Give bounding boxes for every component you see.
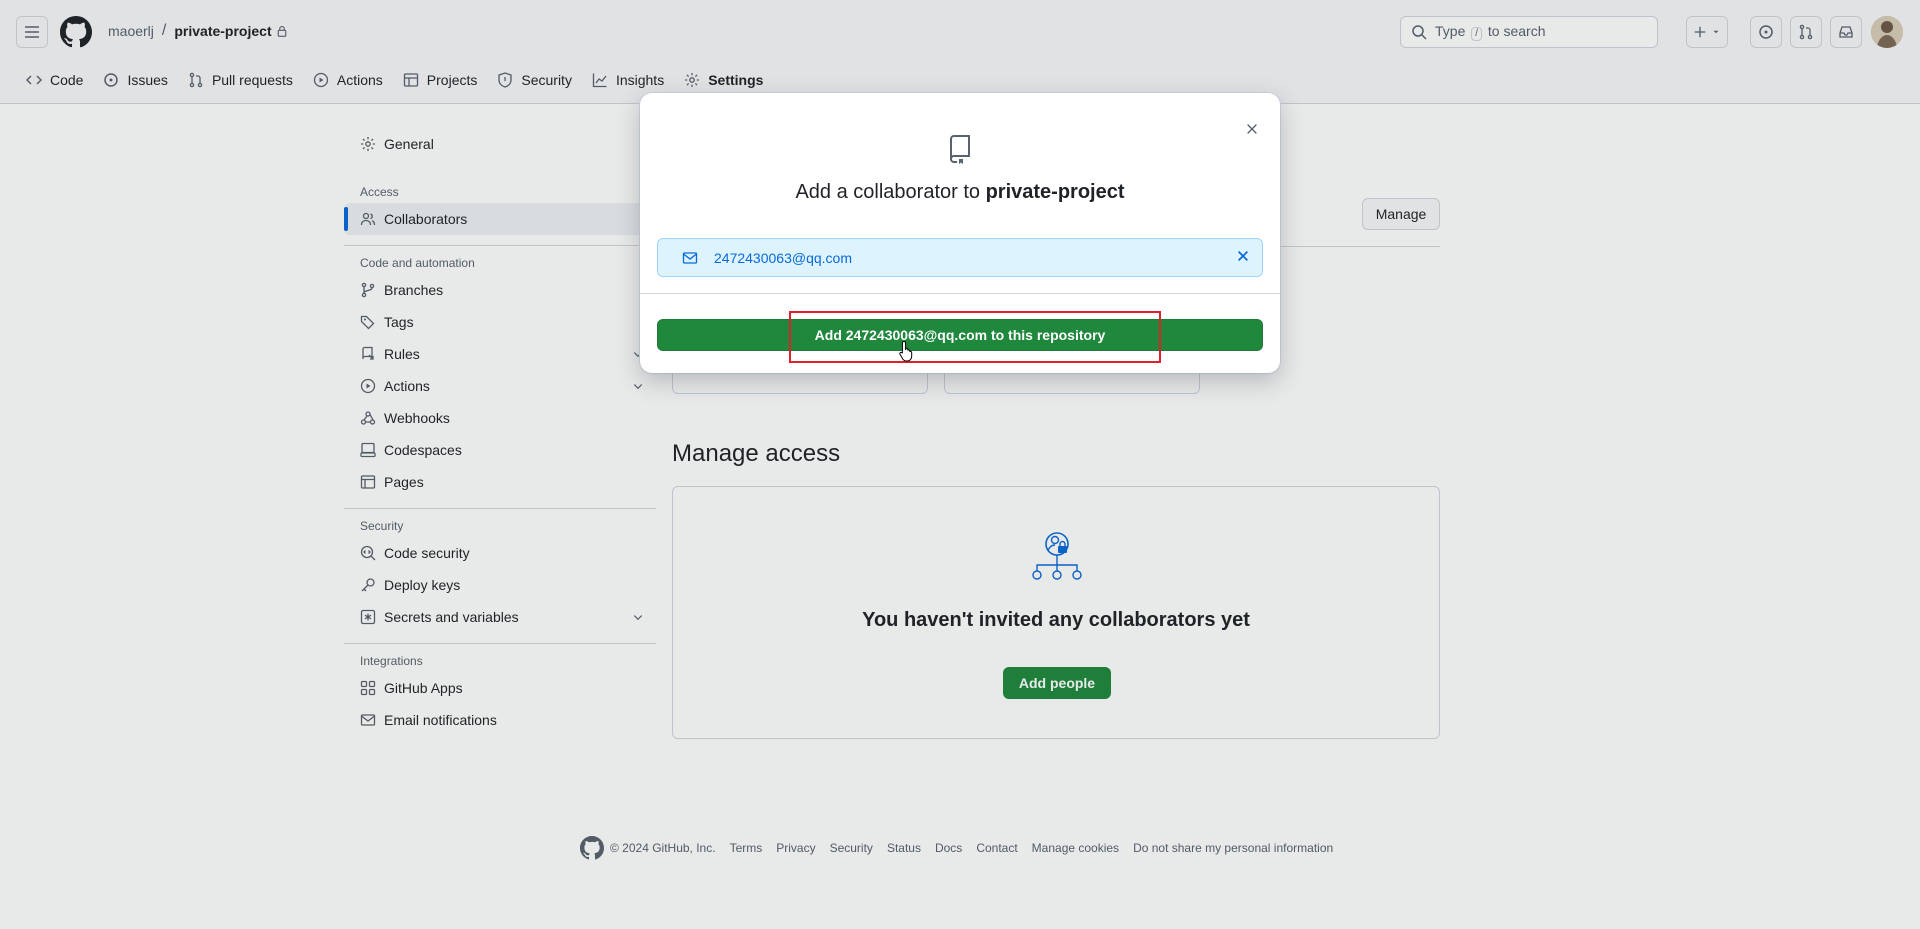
dialog-title-repo: private-project — [985, 181, 1125, 203]
remove-collaborator-button[interactable] — [1236, 249, 1250, 263]
dialog-title-prefix: Add a collaborator to — [795, 181, 981, 203]
selected-collaborator-chip: 2472430063@qq.com — [657, 238, 1263, 277]
repo-icon — [949, 135, 970, 164]
dialog-divider — [640, 293, 1280, 294]
mail-icon — [682, 251, 698, 264]
dialog-title: Add a collaborator to private-project — [640, 181, 1280, 204]
annotation-highlight-box — [789, 311, 1161, 363]
dialog-close-button[interactable] — [1236, 113, 1268, 145]
chip-email: 2472430063@qq.com — [714, 249, 852, 266]
close-icon — [1238, 251, 1248, 261]
hand-cursor-icon — [899, 340, 913, 362]
close-icon — [1247, 124, 1257, 134]
